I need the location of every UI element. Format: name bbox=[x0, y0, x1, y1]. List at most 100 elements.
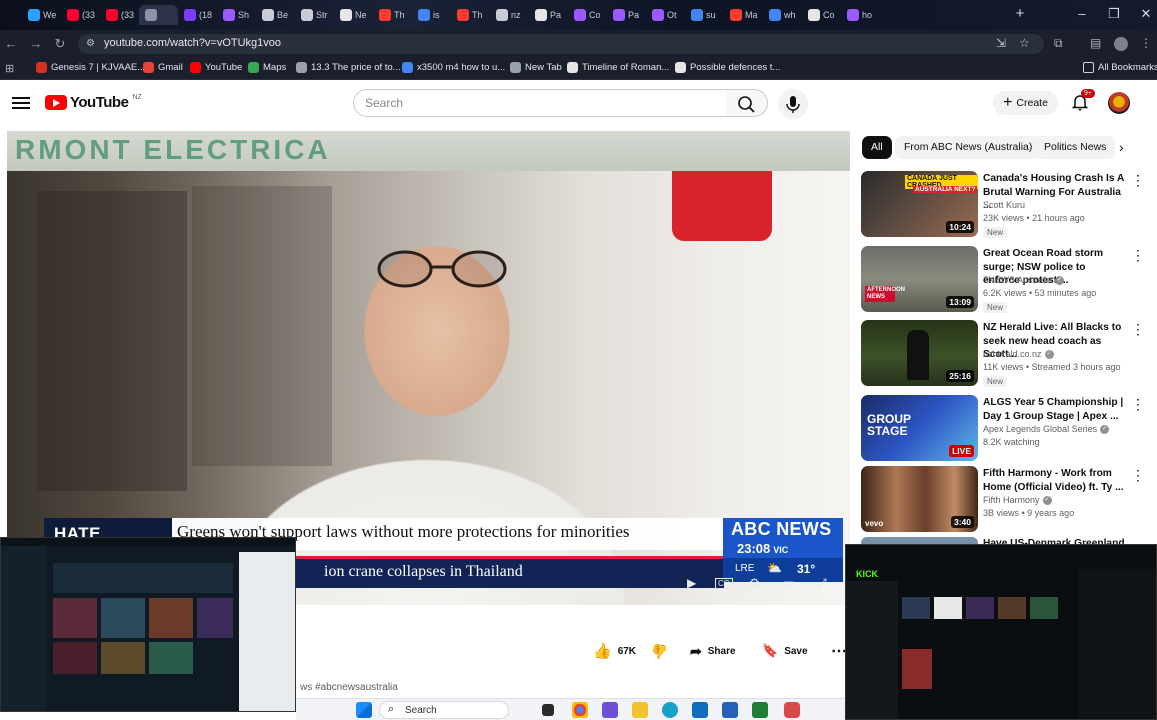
task-view-icon[interactable] bbox=[542, 704, 554, 716]
edge-icon[interactable] bbox=[662, 702, 678, 718]
browser-tab[interactable]: is bbox=[412, 5, 451, 25]
browser-tab[interactable]: su bbox=[685, 5, 724, 25]
app-icon[interactable] bbox=[752, 702, 768, 718]
bookmark-item[interactable]: Gmail bbox=[143, 62, 183, 73]
bookmark-item[interactable]: New Tab bbox=[510, 62, 562, 73]
video-title[interactable]: Fifth Harmony - Work from Home (Official… bbox=[983, 467, 1125, 494]
install-icon[interactable]: ⇲ bbox=[996, 36, 1006, 50]
app-icon[interactable] bbox=[722, 702, 738, 718]
autoplay-toggle-icon[interactable]: ▶ bbox=[687, 576, 696, 590]
all-bookmarks-button[interactable]: All Bookmarks bbox=[1083, 62, 1157, 73]
browser-tab[interactable]: (33 bbox=[100, 5, 139, 25]
voice-search-button[interactable] bbox=[778, 89, 808, 119]
video-thumbnail[interactable]: CANADA JUST CRASHED AUSTRALIA NEXT? 10:2… bbox=[861, 171, 978, 237]
recommendation-item[interactable]: vevo 3:40 Fifth Harmony - Work from Home… bbox=[861, 466, 1146, 534]
theater-mode-icon[interactable]: ▭ bbox=[783, 576, 794, 590]
browser-tab[interactable]: nz bbox=[490, 5, 529, 25]
notifications-button[interactable]: 9+ bbox=[1070, 89, 1095, 112]
guide-menu-icon[interactable] bbox=[12, 94, 30, 112]
search-button[interactable] bbox=[726, 89, 768, 117]
back-icon[interactable]: ← bbox=[2, 35, 20, 53]
browser-tab[interactable]: We bbox=[22, 5, 61, 25]
settings-gear-icon[interactable]: ⚙ bbox=[749, 576, 760, 590]
like-button[interactable]: 👍 67K bbox=[593, 639, 636, 663]
windows-start-icon[interactable] bbox=[356, 702, 372, 718]
chip-from-abc-news[interactable]: From ABC News (Australia) bbox=[895, 136, 1042, 159]
new-tab-button[interactable]: + bbox=[1012, 5, 1028, 22]
youtube-logo[interactable]: YouTube NZ bbox=[45, 94, 142, 111]
recommendation-item[interactable]: GROUP STAGE LIVE ALGS Year 5 Championshi… bbox=[861, 395, 1146, 463]
more-actions-icon[interactable]: ⋮ bbox=[1131, 468, 1145, 482]
account-avatar[interactable] bbox=[1108, 92, 1130, 114]
close-window-icon[interactable]: ✕ bbox=[1137, 6, 1155, 22]
browser-tab[interactable]: Pa bbox=[529, 5, 568, 25]
file-explorer-icon[interactable] bbox=[632, 702, 648, 718]
channel-name[interactable]: Scott Kuru bbox=[983, 200, 1025, 210]
bookmark-item[interactable]: Genesis 7 | KJVAAE... bbox=[36, 62, 145, 73]
recommendation-item[interactable]: CANADA JUST CRASHED AUSTRALIA NEXT? 10:2… bbox=[861, 171, 1146, 239]
video-thumbnail[interactable]: AFTERNOON NEWS 13:09 bbox=[861, 246, 978, 312]
browser-tab[interactable]: Sh bbox=[217, 5, 256, 25]
bookmark-item[interactable]: x3500 m4 how to u... bbox=[402, 62, 505, 73]
browser-tab[interactable]: wh bbox=[763, 5, 802, 25]
video-thumbnail[interactable]: vevo 3:40 bbox=[861, 466, 978, 532]
browser-tab[interactable]: Th bbox=[373, 5, 412, 25]
chip-politics-news[interactable]: Politics News bbox=[1035, 136, 1116, 159]
browser-tab[interactable]: Co bbox=[568, 5, 607, 25]
browser-tab[interactable]: Co bbox=[802, 5, 841, 25]
channel-name[interactable]: nzherald.co.nz ✓ bbox=[983, 349, 1054, 360]
app-icon[interactable] bbox=[602, 702, 618, 718]
browser-tab[interactable]: (18 bbox=[178, 5, 217, 25]
extensions-icon[interactable]: ⧉ bbox=[1054, 36, 1063, 51]
video-thumbnail[interactable]: GROUP STAGE LIVE bbox=[861, 395, 978, 461]
bookmark-item[interactable]: 13.3 The price of to... bbox=[296, 62, 401, 73]
mail-icon[interactable] bbox=[692, 702, 708, 718]
bookmark-item[interactable]: Maps bbox=[248, 62, 286, 73]
browser-tab[interactable]: Ne bbox=[334, 5, 373, 25]
maximize-icon[interactable]: ❐ bbox=[1105, 6, 1123, 22]
dislike-button[interactable]: 👍 bbox=[651, 639, 668, 663]
reload-icon[interactable]: ↻ bbox=[51, 35, 69, 53]
bookmark-star-icon[interactable]: ☆ bbox=[1019, 36, 1030, 50]
minimize-icon[interactable]: – bbox=[1073, 6, 1091, 21]
more-actions-icon[interactable]: ⋮ bbox=[1131, 322, 1145, 336]
chip-all[interactable]: All bbox=[862, 136, 892, 159]
taskbar-search[interactable]: ⌕ Search bbox=[379, 701, 509, 719]
sidepanel-icon[interactable]: ▤ bbox=[1090, 36, 1101, 50]
save-button[interactable]: 🔖 Save bbox=[762, 639, 808, 663]
browser-tab[interactable]: Str bbox=[295, 5, 334, 25]
share-button[interactable]: ➦ Share bbox=[690, 639, 736, 663]
create-button[interactable]: + Create bbox=[993, 91, 1058, 115]
chrome-icon[interactable] bbox=[572, 702, 588, 718]
channel-name[interactable]: Apex Legends Global Series ✓ bbox=[983, 424, 1110, 435]
browser-tab[interactable]: Be bbox=[256, 5, 295, 25]
browser-tab[interactable]: Ma bbox=[724, 5, 763, 25]
more-actions-icon[interactable]: ⋮ bbox=[1131, 397, 1145, 411]
bookmark-item[interactable]: YouTube bbox=[190, 62, 242, 73]
browser-tab[interactable]: Th bbox=[451, 5, 490, 25]
more-actions-icon[interactable]: ⋮ bbox=[1131, 248, 1145, 262]
browser-tab[interactable]: Pa bbox=[607, 5, 646, 25]
browser-menu-icon[interactable]: ⋮ bbox=[1140, 36, 1152, 50]
video-thumbnail[interactable]: 25:16 bbox=[861, 320, 978, 386]
apps-grid-icon[interactable]: ⊞ bbox=[5, 62, 14, 75]
bookmark-item[interactable]: Timeline of Roman... bbox=[567, 62, 669, 73]
profile-icon[interactable] bbox=[1114, 37, 1128, 51]
recommendation-item[interactable]: AFTERNOON NEWS 13:09 Great Ocean Road st… bbox=[861, 246, 1146, 314]
app-icon[interactable] bbox=[784, 702, 800, 718]
browser-tab[interactable]: ho bbox=[841, 5, 880, 25]
site-info-icon[interactable]: ⚙ bbox=[86, 38, 98, 50]
channel-name[interactable]: Fifth Harmony ✓ bbox=[983, 495, 1052, 506]
browser-tab[interactable]: Ot bbox=[646, 5, 685, 25]
channel-name[interactable]: 7NEWS Australia ✓ bbox=[983, 275, 1065, 286]
forward-icon[interactable]: → bbox=[27, 35, 45, 53]
recommendation-item[interactable]: 25:16 NZ Herald Live: All Blacks to seek… bbox=[861, 320, 1146, 388]
browser-tab[interactable] bbox=[139, 5, 178, 25]
browser-tab[interactable]: (33 bbox=[61, 5, 100, 25]
chevron-right-icon[interactable]: › bbox=[1119, 139, 1124, 155]
video-player[interactable]: RMONT ELECTRICA HATE SPEECH Greens won't… bbox=[7, 131, 850, 605]
captions-icon[interactable]: CC bbox=[715, 578, 733, 589]
fullscreen-icon[interactable]: ⤢ bbox=[817, 576, 827, 591]
search-input[interactable]: Search bbox=[353, 89, 727, 117]
address-bar[interactable]: ⚙ youtube.com/watch?v=vOTUkg1voo ⇲ ☆ bbox=[78, 34, 1044, 54]
